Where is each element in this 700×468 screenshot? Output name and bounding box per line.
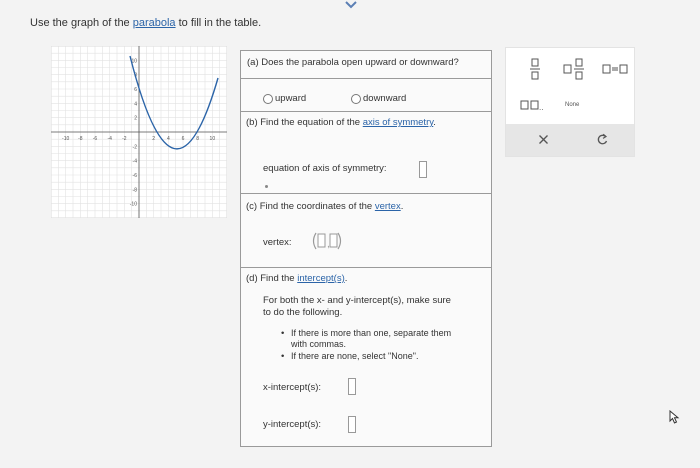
y-tick-label: 2: [134, 116, 137, 122]
bullet-1-dot: •: [281, 328, 285, 339]
x-tick-label: 2: [152, 136, 155, 142]
mouse-cursor-icon: [669, 410, 680, 424]
dot-marker: [265, 185, 268, 188]
axis-answer-label: equation of axis of symmetry:: [263, 163, 387, 174]
part-b-suffix: .: [433, 117, 436, 128]
radio-upward[interactable]: [263, 94, 273, 104]
fraction-icon[interactable]: [529, 58, 541, 80]
x-tick-label: -8: [78, 136, 83, 142]
parabola-link[interactable]: parabola: [133, 17, 176, 29]
axis-of-symmetry-link[interactable]: axis of symmetry: [363, 117, 434, 128]
x-tick-label: 6: [182, 136, 185, 142]
part-d-prefix: (d) Find the: [246, 273, 298, 284]
option-downward-label: downward: [363, 93, 407, 104]
palette-action-row: [506, 124, 634, 156]
bullet-2-dot: •: [281, 351, 285, 362]
svg-text:,..: ,..: [539, 103, 544, 110]
none-button[interactable]: None: [565, 102, 579, 108]
y-tick-label: 6: [134, 87, 137, 93]
y-intercept-input[interactable]: [348, 416, 356, 433]
x-tick-label: 4: [167, 136, 170, 142]
y-tick-label: 4: [134, 101, 137, 107]
bullet-1-line-2: with commas.: [291, 339, 347, 349]
svg-text:,: ,: [327, 239, 330, 250]
x-tick-label: -4: [107, 136, 112, 142]
y-tick-label: -2: [133, 144, 138, 150]
part-c-divider: [241, 193, 491, 194]
bullet-2-text: If there are none, select "None".: [291, 351, 419, 361]
part-b-prefix: (b) Find the equation of the: [246, 117, 363, 128]
part-b-question: (b) Find the equation of the axis of sym…: [246, 117, 436, 128]
x-icon[interactable]: [538, 134, 549, 145]
vertex-answer-label: vertex:: [263, 237, 292, 248]
x-intercept-input[interactable]: [348, 378, 356, 395]
part-c-question: (c) Find the coordinates of the vertex.: [246, 201, 403, 212]
x-tick-label: -2: [122, 136, 127, 142]
part-d-divider: [241, 267, 491, 268]
mixed-number-icon[interactable]: [563, 58, 587, 80]
x-tick-label: 10: [210, 136, 216, 142]
parabola-graph: -10 -8 -6 -4 -2 2 4 6 8 10 10 8 6 4 2 -2 -4 -6 -8 -10: [50, 45, 228, 219]
intercepts-link[interactable]: intercept(s): [297, 273, 345, 284]
axis-answer-input[interactable]: [419, 161, 427, 178]
instruction-prefix: Use the graph of the: [30, 17, 133, 29]
vertex-link[interactable]: vertex: [375, 201, 401, 212]
y-tick-label: -8: [133, 187, 138, 193]
graph-svg: -10 -8 -6 -4 -2 2 4 6 8 10108642-2-4-6-8-10: [50, 45, 228, 219]
part-b-divider: [241, 111, 491, 112]
instruction-text: Use the graph of the parabola to fill in…: [30, 17, 261, 29]
ordered-pair-icon[interactable]: [602, 64, 628, 74]
question-table: (a) Does the parabola open upward or dow…: [240, 50, 492, 447]
y-tick-label: -6: [133, 173, 138, 179]
x-intercept-label: x-intercept(s):: [263, 382, 322, 393]
y-tick-label: -4: [133, 159, 138, 165]
option-upward-label: upward: [275, 93, 307, 104]
x-tick-label: 8: [196, 136, 199, 142]
part-c-prefix: (c) Find the coordinates of the: [246, 201, 375, 212]
part-d-instruction-2: to do the following.: [263, 307, 343, 318]
undo-icon[interactable]: [596, 133, 609, 146]
part-d-question: (d) Find the intercept(s).: [246, 273, 347, 284]
math-palette: ,.. None: [505, 47, 635, 157]
instruction-suffix: to fill in the table.: [175, 17, 262, 29]
x-tick-label: -10: [62, 136, 69, 142]
part-d-suffix: .: [344, 273, 348, 284]
chevron-down-icon[interactable]: [343, 0, 359, 10]
y-intercept-label: y-intercept(s):: [263, 419, 322, 430]
radio-downward[interactable]: [351, 94, 361, 104]
part-a-question: (a) Does the parabola open upward or dow…: [247, 57, 459, 68]
comma-list-icon[interactable]: ,..: [520, 100, 544, 110]
bullet-1-line-1: If there is more than one, separate them: [291, 328, 452, 338]
part-d-instruction-1: For both the x- and y-intercept(s), make…: [263, 295, 451, 306]
part-c-suffix: .: [400, 201, 404, 212]
x-tick-label: -6: [93, 136, 98, 142]
vertex-ordered-pair-input[interactable]: ,: [310, 231, 344, 251]
y-tick-label: -10: [130, 202, 137, 208]
part-a-divider: [241, 78, 491, 79]
